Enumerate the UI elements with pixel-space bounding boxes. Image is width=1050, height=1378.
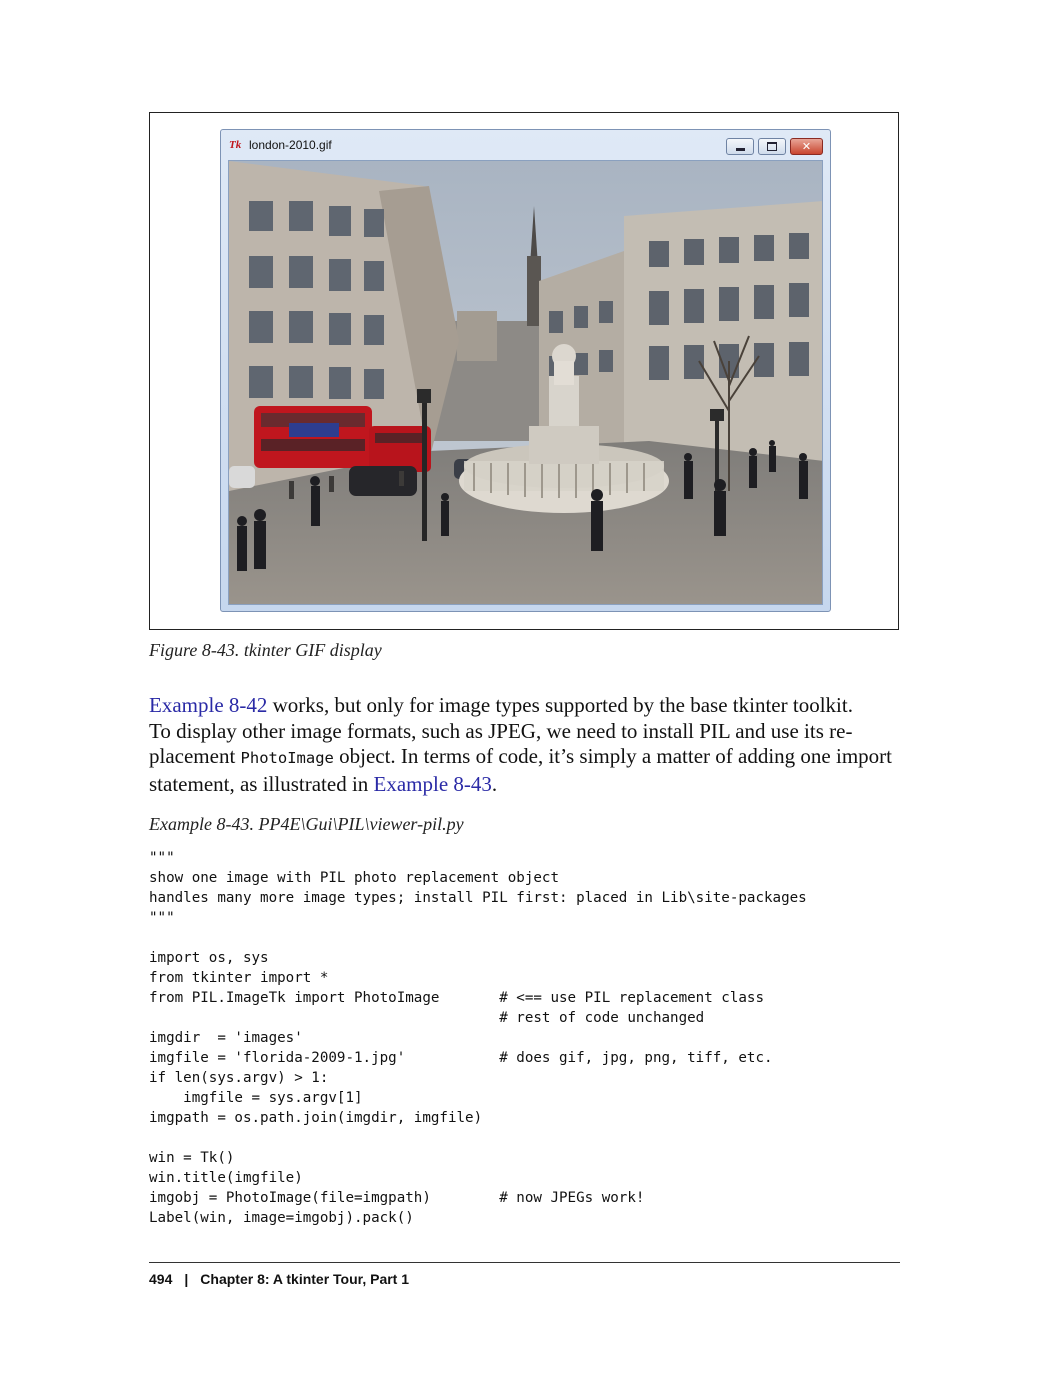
paragraph-line-4: statement, as illustrated in Example 8-4… [149, 772, 901, 798]
example-8-43-link[interactable]: Example 8-43 [374, 772, 492, 796]
paragraph-text: statement, as illustrated in [149, 771, 374, 796]
close-button[interactable]: ✕ [790, 138, 823, 155]
example-title: Example 8-43. PP4E\Gui\PIL\viewer-pil.py [149, 814, 464, 834]
paragraph-text: works, but only for image types supporte… [267, 693, 853, 717]
close-icon: ✕ [801, 140, 812, 153]
paragraph-line-3: placement PhotoImage object. In terms of… [149, 744, 901, 772]
minimize-button[interactable] [726, 138, 754, 155]
inline-code-photoimage: PhotoImage [240, 749, 334, 767]
paragraph-line-2: To display other image formats, such as … [149, 718, 853, 743]
tk-app-icon: Tk [229, 139, 242, 151]
window-titlebar[interactable]: Tk london-2010.gif ✕ [221, 130, 830, 160]
code-listing: """ show one image with PIL photo replac… [149, 850, 807, 1226]
example-8-42-link[interactable]: Example 8-42 [149, 693, 267, 717]
minimize-icon [735, 148, 745, 151]
maximize-icon [767, 142, 777, 151]
paragraph-text: object. In terms of code, it’s simply a … [333, 744, 892, 768]
paragraph-line-1: Example 8-42 works, but only for image t… [149, 693, 901, 719]
figure-caption: Figure 8-43. tkinter GIF display [149, 640, 382, 660]
figure-frame: Tk london-2010.gif ✕ [149, 112, 899, 630]
photo-illustration [229, 161, 822, 604]
page-footer: 494 | Chapter 8: A tkinter Tour, Part 1 [149, 1271, 409, 1287]
footer-divider [149, 1262, 900, 1263]
page-number: 494 [149, 1271, 173, 1287]
chapter-title: Chapter 8: A tkinter Tour, Part 1 [200, 1271, 410, 1287]
maximize-button[interactable] [758, 138, 786, 155]
tk-window: Tk london-2010.gif ✕ [220, 129, 831, 612]
footer-separator: | [184, 1271, 189, 1287]
window-title: london-2010.gif [249, 138, 332, 152]
paragraph-text: placement [149, 744, 241, 768]
body-paragraph: Example 8-42 works, but only for image t… [149, 693, 901, 797]
paragraph-text: . [491, 771, 498, 796]
london-street-photo [228, 160, 823, 605]
